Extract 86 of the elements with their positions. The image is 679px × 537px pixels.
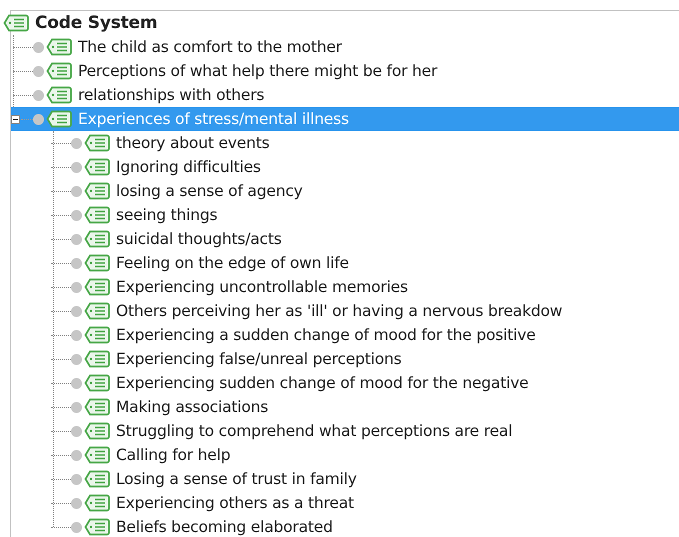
code-icon — [84, 206, 110, 224]
code-label: Perceptions of what help there might be for her — [77, 62, 438, 80]
code-icon — [84, 182, 110, 200]
tree-item[interactable]: Struggling to comprehend what perceptions are real — [11, 419, 679, 443]
tree-item[interactable]: Losing a sense of trust in family — [11, 467, 679, 491]
code-icon — [84, 134, 110, 152]
code-label: Experiencing uncontrollable memories — [115, 278, 409, 296]
dot-icon — [71, 378, 82, 388]
code-label: theory about events — [115, 134, 270, 152]
dot-icon — [71, 450, 82, 460]
code-label: Experiencing others as a threat — [115, 494, 355, 512]
code-label: Beliefs becoming elaborated — [115, 518, 334, 536]
code-icon — [84, 350, 110, 368]
code-label: Experiencing false/unreal perceptions — [115, 350, 403, 368]
code-icon — [84, 158, 110, 176]
tree-item[interactable]: Beliefs becoming elaborated — [11, 515, 679, 537]
tree-item[interactable]: Others perceiving her as 'ill' or having a nervous breakdow — [11, 299, 679, 323]
tree-item[interactable]: Ignoring difficulties — [11, 155, 679, 179]
tree-item[interactable]: losing a sense of agency — [11, 179, 679, 203]
dot-icon — [71, 138, 82, 148]
tree-item[interactable]: The child as comfort to the mother — [11, 35, 679, 59]
code-label: Experiences of stress/mental illness — [77, 110, 350, 128]
code-icon — [46, 86, 72, 104]
code-label: Losing a sense of trust in family — [115, 470, 358, 488]
code-system-title: Code System — [34, 13, 158, 33]
tree-item[interactable]: suicidal thoughts/acts — [11, 227, 679, 251]
tree-item[interactable]: theory about events — [11, 131, 679, 155]
code-icon — [84, 278, 110, 296]
dot-icon — [71, 402, 82, 412]
code-icon — [84, 470, 110, 488]
dot-icon — [33, 66, 44, 76]
code-label: Others perceiving her as 'ill' or having a nervous breakdow — [115, 302, 564, 320]
code-icon — [46, 62, 72, 80]
tree-item[interactable]: Experiencing uncontrollable memories — [11, 275, 679, 299]
code-label: losing a sense of agency — [115, 182, 304, 200]
code-label: seeing things — [115, 206, 218, 224]
tree-item[interactable]: Experiencing sudden change of mood for the negative — [11, 371, 679, 395]
code-label: Feeling on the edge of own life — [115, 254, 350, 272]
expander-icon[interactable] — [11, 114, 20, 124]
tree-item[interactable]: relationships with others — [11, 83, 679, 107]
code-label: The child as comfort to the mother — [77, 38, 343, 56]
code-icon — [3, 14, 29, 32]
dot-icon — [71, 210, 82, 220]
code-label: Struggling to comprehend what perceptions are real — [115, 422, 514, 440]
code-label: Calling for help — [115, 446, 232, 464]
dot-icon — [33, 42, 44, 52]
code-icon — [84, 422, 110, 440]
code-label: relationships with others — [77, 86, 266, 104]
dot-icon — [71, 282, 82, 292]
code-label: Experiencing sudden change of mood for the negative — [115, 374, 530, 392]
dot-icon — [71, 498, 82, 508]
dot-icon — [71, 354, 82, 364]
dot-icon — [71, 522, 82, 532]
tree-item[interactable]: Perceptions of what help there might be for her — [11, 59, 679, 83]
tree-item[interactable]: Experiencing false/unreal perceptions — [11, 347, 679, 371]
tree-item[interactable]: Calling for help — [11, 443, 679, 467]
dot-icon — [71, 330, 82, 340]
code-icon — [84, 302, 110, 320]
tree-item[interactable]: Feeling on the edge of own life — [11, 251, 679, 275]
code-icon — [84, 494, 110, 512]
code-icon — [84, 326, 110, 344]
dot-icon — [33, 90, 44, 100]
code-icon — [84, 446, 110, 464]
code-label: Experiencing a sudden change of mood for the positive — [115, 326, 537, 344]
code-icon — [84, 398, 110, 416]
dot-icon — [71, 258, 82, 268]
code-icon — [46, 110, 72, 128]
dot-icon — [71, 162, 82, 172]
code-label: suicidal thoughts/acts — [115, 230, 283, 248]
dot-icon — [71, 186, 82, 196]
code-icon — [84, 374, 110, 392]
dot-icon — [71, 474, 82, 484]
dot-icon — [71, 306, 82, 316]
code-icon — [46, 38, 72, 56]
tree-item[interactable]: Experiencing others as a threat — [11, 491, 679, 515]
tree-item[interactable]: Experiencing a sudden change of mood for the positive — [11, 323, 679, 347]
code-icon — [84, 230, 110, 248]
dot-icon — [71, 234, 82, 244]
dot-icon — [33, 114, 44, 124]
code-label: Ignoring difficulties — [115, 158, 262, 176]
dot-icon — [71, 426, 82, 436]
code-icon — [84, 518, 110, 536]
tree-item[interactable]: seeing things — [11, 203, 679, 227]
tree-item[interactable]: Making associations — [11, 395, 679, 419]
code-label: Making associations — [115, 398, 270, 416]
code-icon — [84, 254, 110, 272]
